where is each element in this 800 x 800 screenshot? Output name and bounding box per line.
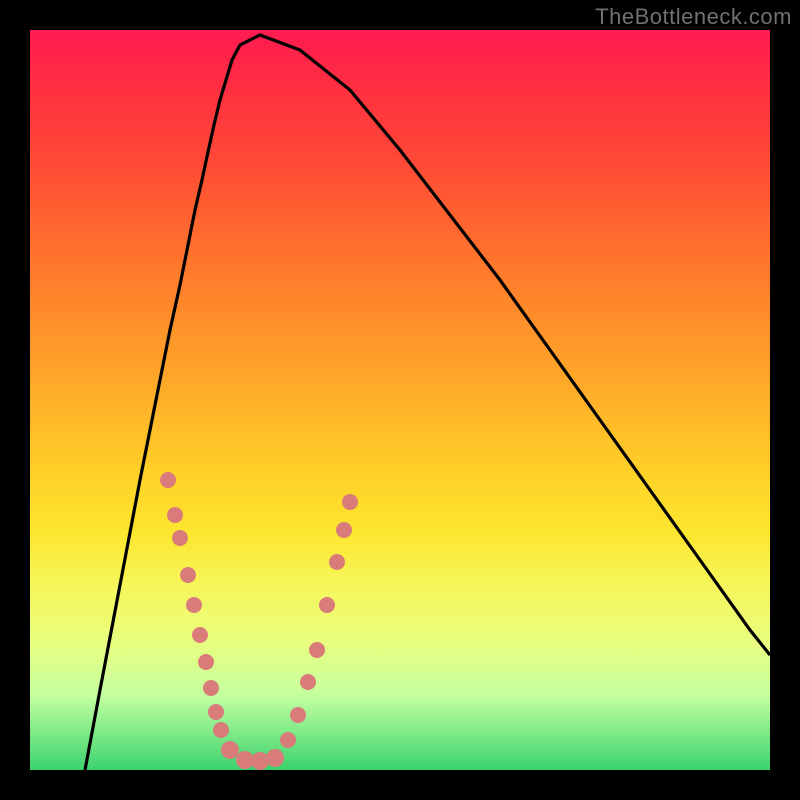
curve-marker (342, 494, 358, 510)
curve-marker (186, 597, 202, 613)
curve-marker (203, 680, 219, 696)
curve-marker (319, 597, 335, 613)
chart-svg (30, 30, 770, 770)
curve-marker (329, 554, 345, 570)
curve-marker (280, 732, 296, 748)
curve-marker (208, 704, 224, 720)
curve-marker (221, 741, 239, 759)
curve-marker (213, 722, 229, 738)
curve-marker (251, 752, 269, 770)
outer-frame: TheBottleneck.com (0, 0, 800, 800)
curve-marker (192, 627, 208, 643)
curve-marker (300, 674, 316, 690)
plot-area (30, 30, 770, 770)
curve-marker (172, 530, 188, 546)
bottleneck-curve-path (85, 35, 770, 770)
curve-marker (180, 567, 196, 583)
curve-marker (198, 654, 214, 670)
curve-markers (160, 472, 358, 770)
curve-marker (266, 749, 284, 767)
watermark-text: TheBottleneck.com (595, 4, 792, 30)
curve-marker (309, 642, 325, 658)
curve-marker (160, 472, 176, 488)
curve-marker (290, 707, 306, 723)
curve-marker (336, 522, 352, 538)
curve-marker (167, 507, 183, 523)
